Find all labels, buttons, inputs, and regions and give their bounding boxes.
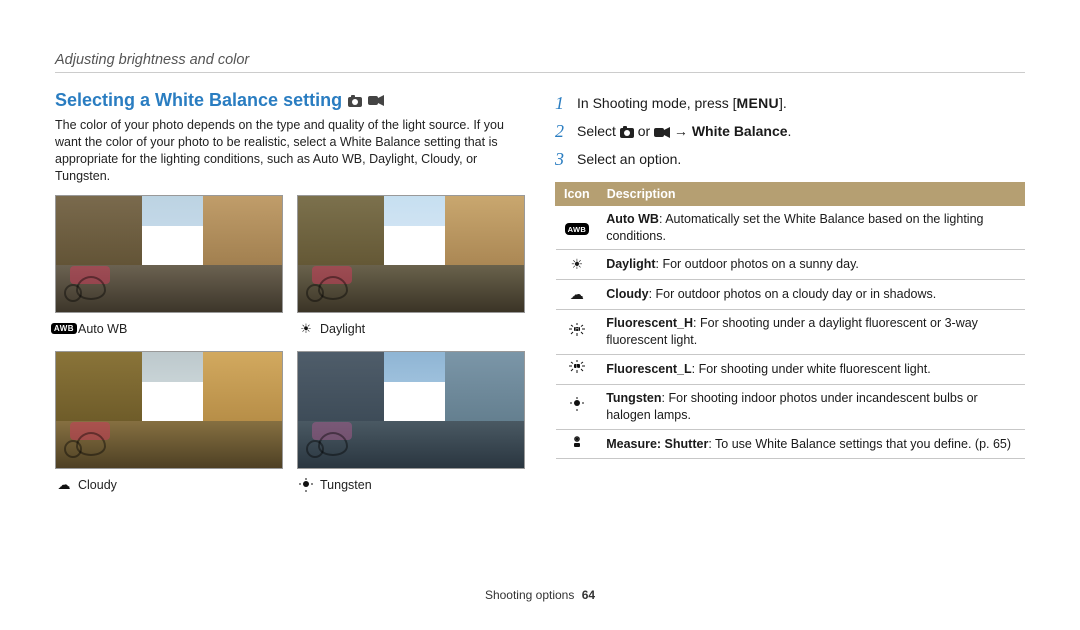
step-num-3: 3 <box>555 146 569 174</box>
cloud-icon: ☁ <box>556 280 599 310</box>
step-1: 1 In Shooting mode, press [MENU]. <box>555 90 1025 118</box>
page-number: 64 <box>582 588 595 602</box>
breadcrumb: Adjusting brightness and color <box>55 52 249 68</box>
caption-auto-wb: AWB Auto WB <box>55 321 283 337</box>
svg-text:L: L <box>575 364 578 370</box>
row-text: : Automatically set the White Balance ba… <box>606 212 983 243</box>
step-2-arrow: → <box>670 123 692 139</box>
caption-cloudy: ☁ Cloudy <box>55 477 283 493</box>
caption-daylight: ☀ Daylight <box>297 321 525 337</box>
step-2-prefix: Select <box>577 123 620 139</box>
awb-icon: AWB <box>55 323 73 334</box>
menu-button-label: MENU <box>737 95 779 111</box>
fluorescent-h-icon: H <box>556 310 599 355</box>
footer-section-label: Shooting options <box>485 588 574 602</box>
step-3-text: Select an option. <box>577 149 681 171</box>
step-num-1: 1 <box>555 90 569 118</box>
td-desc: Fluorescent_L: For shooting under white … <box>598 354 1024 384</box>
steps-list: 1 In Shooting mode, press [MENU]. 2 Sele… <box>555 90 1025 174</box>
td-desc: Tungsten: For shooting indoor photos und… <box>598 384 1024 429</box>
row-text: : For shooting indoor photos under incan… <box>606 391 978 422</box>
th-description: Description <box>598 182 1024 205</box>
td-desc: Measure: Shutter: To use White Balance s… <box>598 429 1024 459</box>
camera-icon <box>348 95 362 107</box>
right-column: 1 In Shooting mode, press [MENU]. 2 Sele… <box>555 90 1025 503</box>
intro-paragraph: The color of your photo depends on the t… <box>55 117 525 185</box>
measure-shutter-icon <box>556 429 599 459</box>
caption-tungsten-label: Tungsten <box>320 478 372 492</box>
divider-top <box>55 72 1025 73</box>
bulb-icon <box>556 384 599 429</box>
td-desc: Cloudy: For outdoor photos on a cloudy d… <box>598 280 1024 310</box>
thumb-image-daylight <box>297 195 525 313</box>
table-row: L Fluorescent_L: For shooting under whit… <box>556 354 1025 384</box>
page-footer: Shooting options 64 <box>0 588 1080 602</box>
row-bold: Tungsten <box>606 391 661 405</box>
table-row: Tungsten: For shooting indoor photos und… <box>556 384 1025 429</box>
white-balance-label: White Balance <box>692 123 788 139</box>
row-text: : For outdoor photos on a cloudy day or … <box>649 287 937 301</box>
step-2-text: Select or → White Balance. <box>577 121 791 143</box>
video-camera-icon <box>654 127 670 138</box>
thumb-auto-wb <box>55 195 283 313</box>
td-desc: Fluorescent_H: For shooting under a dayl… <box>598 310 1024 355</box>
row-text: : To use White Balance settings that you… <box>708 437 1011 451</box>
wb-options-table: Icon Description AWB Auto WB: Automatica… <box>555 182 1025 460</box>
video-camera-icon <box>368 95 384 106</box>
table-row: ☁ Cloudy: For outdoor photos on a cloudy… <box>556 280 1025 310</box>
row-text: : For shooting under white fluorescent l… <box>692 362 931 376</box>
left-column: Selecting a White Balance setting The co… <box>55 90 525 503</box>
caption-daylight-label: Daylight <box>320 322 365 336</box>
step-2-suffix: . <box>788 123 792 139</box>
step-2-or: or <box>634 123 654 139</box>
table-row: Measure: Shutter: To use White Balance s… <box>556 429 1025 459</box>
section-title-text: Selecting a White Balance setting <box>55 90 342 111</box>
sun-icon: ☀ <box>297 321 315 337</box>
caption-tungsten: Tungsten <box>297 477 525 493</box>
row-bold: Cloudy <box>606 287 648 301</box>
td-desc: Daylight: For outdoor photos on a sunny … <box>598 250 1024 280</box>
row-text: : For outdoor photos on a sunny day. <box>656 257 859 271</box>
bulb-icon <box>297 478 315 492</box>
cloud-icon: ☁ <box>55 477 73 493</box>
awb-icon: AWB <box>556 205 599 250</box>
row-bold: Fluorescent_L <box>606 362 691 376</box>
caption-cloudy-label: Cloudy <box>78 478 117 492</box>
sun-icon: ☀ <box>556 250 599 280</box>
row-bold: Auto WB <box>606 212 659 226</box>
row-bold: Measure: Shutter <box>606 437 708 451</box>
row-bold: Daylight <box>606 257 655 271</box>
td-desc: Auto WB: Automatically set the White Bal… <box>598 205 1024 250</box>
sample-thumbnails: AWB Auto WB ☀ Daylight ☁ <box>55 195 525 503</box>
step-num-2: 2 <box>555 118 569 146</box>
step-3: 3 Select an option. <box>555 146 1025 174</box>
step-2: 2 Select or → White Balance. <box>555 118 1025 146</box>
thumb-cloudy <box>55 351 283 469</box>
thumb-image-auto-wb <box>55 195 283 313</box>
step-1-prefix: In Shooting mode, press [ <box>577 95 737 111</box>
svg-text:H: H <box>575 327 579 333</box>
camera-icon <box>620 126 634 138</box>
th-icon: Icon <box>556 182 599 205</box>
thumb-image-tungsten <box>297 351 525 469</box>
table-row: ☀ Daylight: For outdoor photos on a sunn… <box>556 250 1025 280</box>
section-title: Selecting a White Balance setting <box>55 90 525 111</box>
table-row: H Fluorescent_H: For shooting under a da… <box>556 310 1025 355</box>
row-bold: Fluorescent_H <box>606 316 693 330</box>
thumb-daylight <box>297 195 525 313</box>
thumb-image-cloudy <box>55 351 283 469</box>
step-1-text: In Shooting mode, press [MENU]. <box>577 93 787 115</box>
fluorescent-l-icon: L <box>556 354 599 384</box>
thumb-tungsten <box>297 351 525 469</box>
step-1-suffix: ]. <box>779 95 787 111</box>
caption-auto-wb-label: Auto WB <box>78 322 127 336</box>
table-row: AWB Auto WB: Automatically set the White… <box>556 205 1025 250</box>
